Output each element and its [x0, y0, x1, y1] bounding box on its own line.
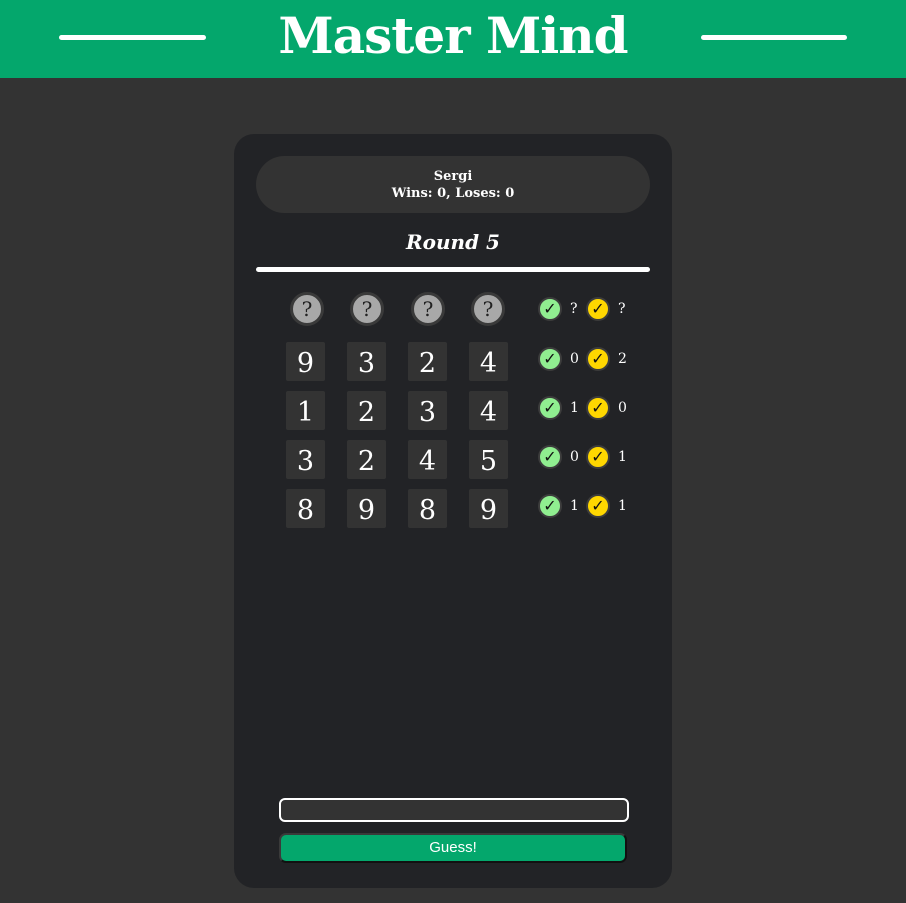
misplaced-count: ? — [618, 301, 626, 317]
hidden-peg: ? — [290, 292, 324, 326]
hidden-peg: ? — [471, 292, 505, 326]
misplaced-count: 1 — [618, 449, 627, 465]
player-info: Sergi Wins: 0, Loses: 0 — [256, 156, 650, 213]
guess-digit: 4 — [469, 391, 508, 430]
correct-count: 0 — [570, 449, 579, 465]
check-green-icon: ✓ — [538, 445, 562, 469]
guess-digit: 9 — [469, 489, 508, 528]
player-name: Sergi — [433, 169, 473, 184]
misplaced-count: 0 — [618, 400, 627, 416]
check-yellow-icon: ✓ — [586, 445, 610, 469]
guess-digit: 5 — [469, 440, 508, 479]
guess-digit: 2 — [347, 440, 386, 479]
guess-digit: 2 — [408, 342, 447, 381]
guess-digit: 3 — [286, 440, 325, 479]
guess-digit: 9 — [286, 342, 325, 381]
guess-digit: 4 — [469, 342, 508, 381]
hidden-peg: ? — [411, 292, 445, 326]
guess-digit: 4 — [408, 440, 447, 479]
correct-count: 1 — [570, 400, 579, 416]
guess-digit: 8 — [286, 489, 325, 528]
check-yellow-icon: ✓ — [586, 494, 610, 518]
guess-digit: 3 — [347, 342, 386, 381]
check-green-icon: ✓ — [538, 347, 562, 371]
misplaced-count: 1 — [618, 498, 627, 514]
player-stats: Wins: 0, Loses: 0 — [391, 186, 515, 201]
hidden-peg: ? — [350, 292, 384, 326]
correct-count: ? — [570, 301, 578, 317]
guess-digit: 2 — [347, 391, 386, 430]
app-header: Master Mind — [0, 0, 906, 78]
guess-digit: 9 — [347, 489, 386, 528]
check-green-icon: ✓ — [538, 396, 562, 420]
check-yellow-icon: ✓ — [586, 396, 610, 420]
correct-count: 0 — [570, 351, 579, 367]
correct-count: 1 — [570, 498, 579, 514]
check-yellow-icon: ✓ — [586, 297, 610, 321]
guess-digit: 1 — [286, 391, 325, 430]
guess-digit: 3 — [408, 391, 447, 430]
check-yellow-icon: ✓ — [586, 347, 610, 371]
round-divider — [256, 267, 650, 272]
round-title: Round 5 — [406, 230, 500, 254]
header-divider-right — [701, 35, 847, 40]
check-green-icon: ✓ — [538, 297, 562, 321]
guess-input[interactable] — [279, 798, 629, 822]
misplaced-count: 2 — [618, 351, 627, 367]
game-panel: Sergi Wins: 0, Loses: 0 Round 5 ? ? ? ? … — [234, 134, 672, 888]
guess-button[interactable]: Guess! — [279, 833, 627, 863]
guess-digit: 8 — [408, 489, 447, 528]
check-green-icon: ✓ — [538, 494, 562, 518]
